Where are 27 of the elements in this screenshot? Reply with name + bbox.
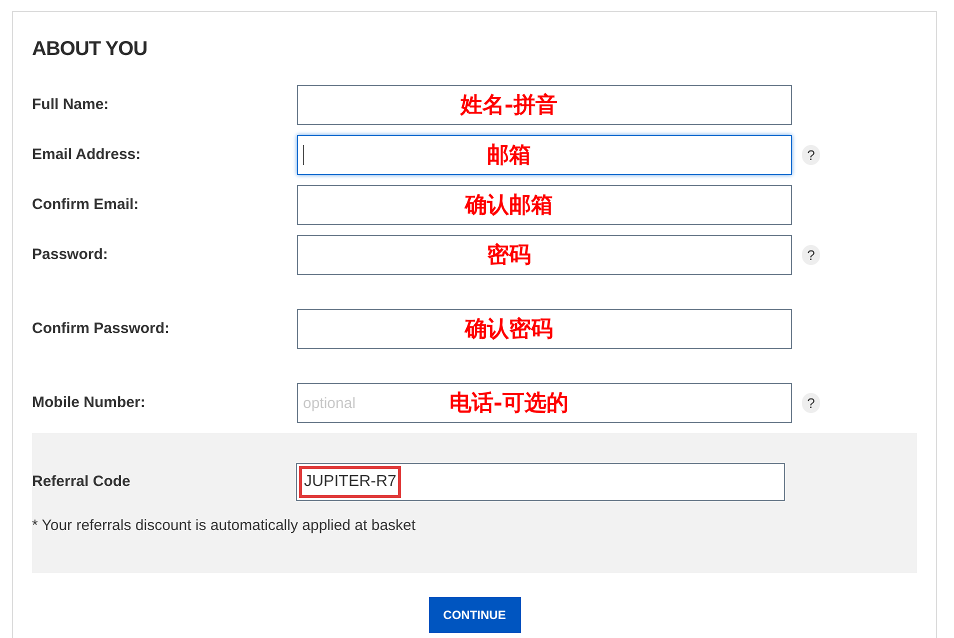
referral-note: * Your referrals discount is automatically applied at basket [32, 516, 417, 536]
field-label: Confirm Password: [32, 318, 171, 339]
annotation-text: 邮箱 [487, 141, 531, 170]
field-label: Full Name: [32, 94, 110, 115]
annotation-text: 姓名-拼音 [460, 91, 558, 120]
section-title: ABOUT YOU [32, 37, 148, 62]
input-field[interactable] [297, 185, 792, 225]
referral-field[interactable]: JUPITER-R7 [296, 463, 785, 501]
input-field[interactable] [297, 309, 792, 349]
help-icon[interactable]: ? [802, 145, 820, 165]
input-field[interactable] [297, 85, 792, 125]
field-label: Referral Code [32, 472, 132, 492]
text-caret [303, 145, 304, 165]
annotation-text: 确认密码 [465, 315, 553, 344]
annotation-text: 密码 [487, 241, 531, 270]
field-label: Password: [32, 244, 109, 265]
field-label: Email Address: [32, 144, 142, 165]
help-icon[interactable]: ? [802, 245, 820, 265]
input-field[interactable] [297, 235, 792, 275]
help-icon[interactable]: ? [802, 393, 820, 413]
field-label: Confirm Email: [32, 194, 140, 215]
annotation-text: 电话-可选的 [449, 389, 569, 418]
referral-code: JUPITER-R7 [299, 466, 402, 498]
field-label: Mobile Number: [32, 392, 146, 413]
continue-button[interactable]: CONTINUE [428, 597, 520, 633]
annotation-text: 确认邮箱 [465, 191, 553, 220]
input-field[interactable] [297, 135, 792, 175]
